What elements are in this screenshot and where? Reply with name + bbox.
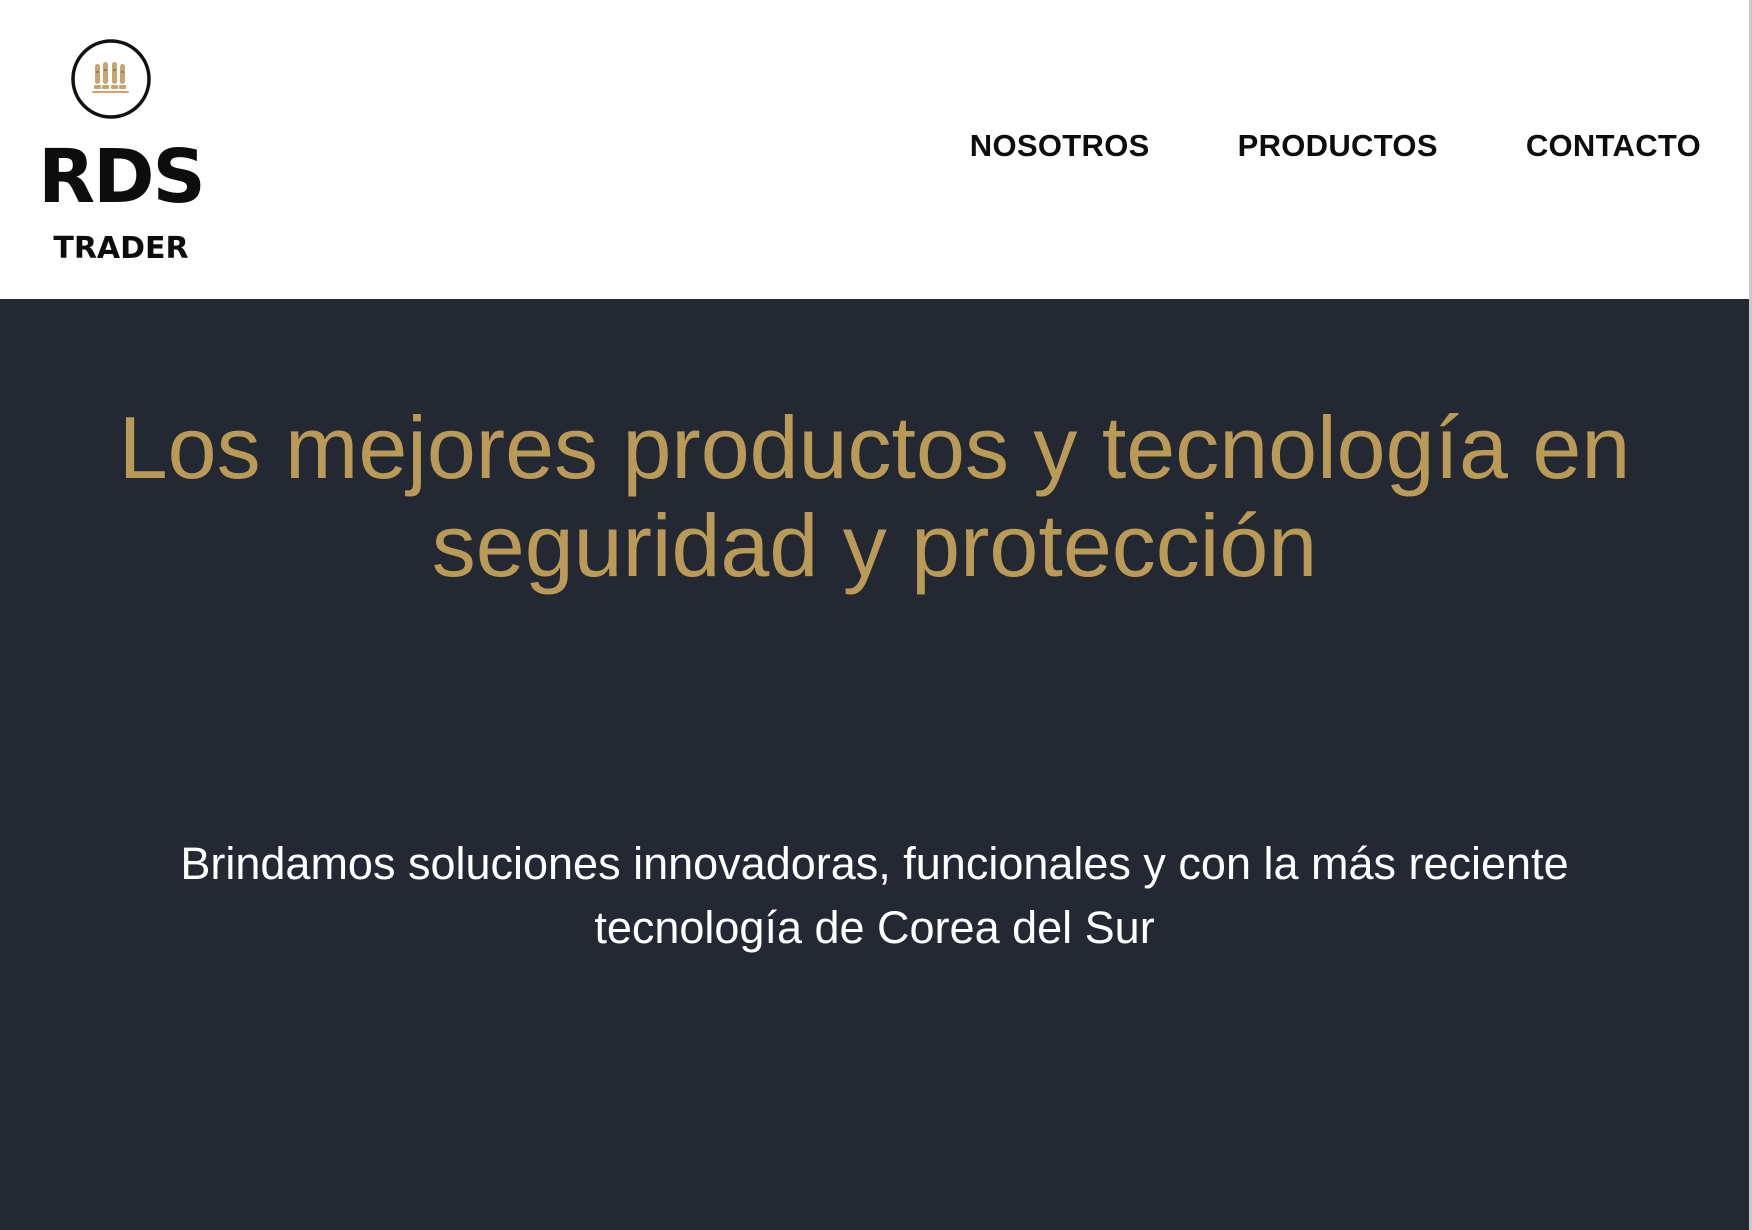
bullets-emblem-icon (70, 38, 152, 120)
nav-link-productos[interactable]: PRODUCTOS (1238, 128, 1438, 164)
hero-subtitle: Brindamos soluciones innovadoras, funcio… (180, 838, 1569, 953)
hero-title: Los mejores productos y tecnología en se… (118, 398, 1631, 595)
nav-link-contacto[interactable]: CONTACTO (1526, 128, 1701, 164)
main-nav: NOSOTROS PRODUCTOS CONTACTO (970, 128, 1701, 164)
hero-section: Los mejores productos y tecnología en se… (0, 299, 1749, 1230)
logo-subtitle: TRADER (53, 231, 189, 266)
nav-link-nosotros[interactable]: NOSOTROS (970, 128, 1150, 164)
site-header: RDS TRADER NOSOTROS PRODUCTOS CONTACTO (0, 0, 1749, 299)
site-logo[interactable]: RDS TRADER (36, 36, 206, 272)
logo-wordmark: RDS (38, 134, 206, 220)
